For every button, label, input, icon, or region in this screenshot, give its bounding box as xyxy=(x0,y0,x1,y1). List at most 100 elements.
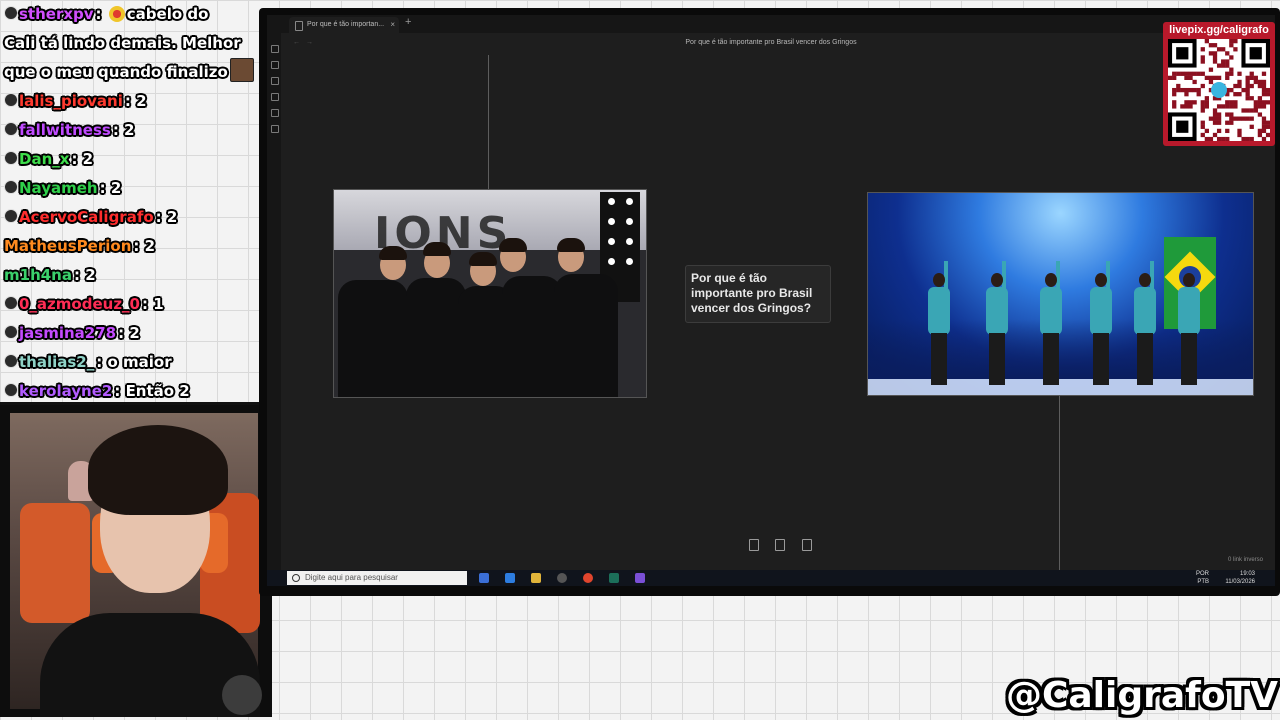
chat-message: 0_azmodeuz_0: 1 xyxy=(0,290,262,319)
canvas-icon[interactable] xyxy=(271,109,279,117)
qr-module xyxy=(1257,112,1263,117)
language-indicator[interactable]: POR PTB xyxy=(1189,570,1209,586)
language-code: POR xyxy=(1195,571,1209,577)
qr-module xyxy=(1188,87,1193,93)
qr-module xyxy=(1184,87,1189,93)
chat-separator: : xyxy=(118,324,130,342)
qr-module xyxy=(1241,87,1246,93)
image-card-team-photo[interactable]: IONS xyxy=(333,189,647,398)
qr-module xyxy=(1216,47,1222,52)
qr-module xyxy=(1253,104,1258,109)
qr-module xyxy=(1261,71,1267,76)
note-app-window: Por que é tão importan... × + ←→ Por que… xyxy=(267,15,1275,585)
qr-code-icon xyxy=(1168,39,1271,142)
file-explorer-icon[interactable] xyxy=(531,573,541,583)
close-icon[interactable]: × xyxy=(390,17,395,33)
qr-module xyxy=(1253,79,1258,85)
qr-module xyxy=(1245,108,1250,113)
add-note-icon[interactable] xyxy=(775,539,786,551)
chat-username[interactable]: Dan_x xyxy=(19,150,69,168)
files-icon[interactable] xyxy=(271,45,279,53)
obsidian-icon[interactable] xyxy=(635,573,645,583)
player-figure xyxy=(928,261,950,385)
qr-module xyxy=(1265,100,1271,105)
task-view-icon[interactable] xyxy=(479,573,489,583)
qr-module xyxy=(1188,104,1193,109)
qr-module xyxy=(1261,124,1267,129)
text-card-question[interactable]: Por que é tão importante pro Brasil venc… xyxy=(685,265,831,323)
chat-message: jasmina278: 2 xyxy=(0,319,262,348)
chat-separator: : xyxy=(99,179,111,197)
chat-username[interactable]: m1h4na xyxy=(4,266,72,284)
chrome-icon[interactable] xyxy=(583,573,593,583)
chat-text: 2 xyxy=(129,324,140,342)
tab-document[interactable]: Por que é tão importan... × xyxy=(289,17,399,33)
chat-username[interactable]: kerolayne2 xyxy=(19,382,112,400)
player-figure xyxy=(338,280,408,397)
qr-module xyxy=(1225,104,1230,109)
chat-text: 2 xyxy=(144,237,156,255)
taskbar-search-input[interactable]: Digite aqui para pesquisar xyxy=(287,571,467,585)
user-badge-icon xyxy=(4,325,18,339)
edge-icon[interactable] xyxy=(505,573,515,583)
qr-module xyxy=(1245,79,1250,85)
channel-handle: @CaligrafoTV xyxy=(1005,675,1278,716)
obs-icon[interactable] xyxy=(557,573,567,583)
qr-module xyxy=(1237,83,1242,89)
user-badge-icon xyxy=(4,151,18,165)
clock-time: 19:03 xyxy=(1239,571,1255,577)
connector-line-bottom xyxy=(1059,394,1060,585)
image-card-stadium[interactable] xyxy=(867,192,1254,396)
qr-module xyxy=(1257,83,1263,89)
chat-message: MatheusPerion: 2 xyxy=(0,232,262,261)
chat-username[interactable]: 0_azmodeuz_0 xyxy=(19,295,140,313)
qr-module xyxy=(1249,124,1254,129)
bookmark-icon[interactable] xyxy=(271,77,279,85)
chat-separator: : xyxy=(133,237,145,255)
chat-username[interactable]: Nayameh xyxy=(19,179,98,197)
graph-icon[interactable] xyxy=(271,93,279,101)
light-dot xyxy=(626,258,633,265)
qr-module xyxy=(1261,100,1267,105)
audio-app-icon[interactable] xyxy=(609,573,619,583)
qr-module xyxy=(1188,100,1193,105)
qr-module xyxy=(1225,71,1230,76)
chat-separator: : xyxy=(141,295,154,313)
new-tab-button[interactable]: + xyxy=(405,16,411,28)
qr-module xyxy=(1208,75,1214,80)
qr-module xyxy=(1192,79,1197,85)
clock[interactable]: 19:03 11/03/2026 xyxy=(1215,570,1255,586)
qr-module xyxy=(1208,116,1214,121)
qr-module xyxy=(1245,83,1250,89)
chat-username[interactable]: thalias2_ xyxy=(19,353,94,371)
qr-module xyxy=(1229,116,1234,121)
chat-username[interactable]: lalis_piovani xyxy=(19,92,123,110)
qr-module xyxy=(1208,43,1214,48)
qr-module xyxy=(1196,87,1201,93)
qr-code-graphic xyxy=(1168,39,1271,142)
qr-module xyxy=(1257,128,1263,134)
chat-username[interactable]: stherxpv xyxy=(19,5,94,23)
qr-module xyxy=(1225,100,1230,105)
qr-module xyxy=(1245,136,1250,142)
qr-module xyxy=(1200,132,1205,138)
chat-username[interactable]: jasmina278 xyxy=(19,324,116,342)
qr-module xyxy=(1172,75,1177,80)
chat-username[interactable]: MatheusPerion xyxy=(4,237,131,255)
add-card-icon[interactable] xyxy=(749,539,759,551)
qr-module xyxy=(1261,128,1267,134)
donation-qr-panel: livepix.gg/caligrafo xyxy=(1163,22,1275,146)
chat-separator: : xyxy=(73,266,86,284)
qr-module xyxy=(1216,120,1222,125)
light-dot xyxy=(626,238,633,245)
player-figure xyxy=(1134,261,1156,385)
search-icon[interactable] xyxy=(271,61,279,69)
add-media-icon[interactable] xyxy=(801,539,812,551)
chat-username[interactable]: fallwitness xyxy=(19,121,111,139)
calendar-icon[interactable] xyxy=(271,125,279,133)
qr-module xyxy=(1261,83,1267,89)
legs xyxy=(989,333,1005,385)
qr-module xyxy=(1200,71,1205,76)
chat-username[interactable]: AcervoCaligrafo xyxy=(19,208,154,226)
qr-module xyxy=(1245,116,1250,121)
